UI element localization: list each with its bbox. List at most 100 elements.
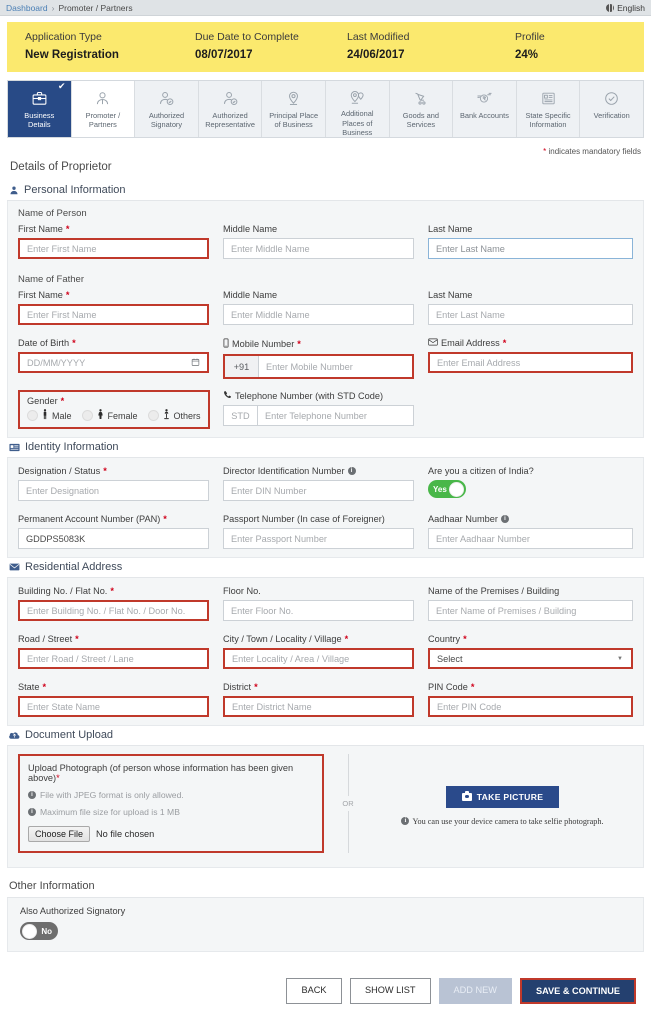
telephone-number-input[interactable]: Enter Telephone Number: [256, 405, 414, 426]
pan-input[interactable]: GDDPS5083K: [18, 528, 209, 549]
person-first-name-input[interactable]: Enter First Name: [18, 238, 209, 259]
tab-state-specific-information[interactable]: State Specific Information: [516, 81, 581, 137]
gender-option-others[interactable]: Others: [147, 409, 201, 422]
identity-row-2: Permanent Account Number (PAN) * GDDPS50…: [8, 509, 643, 557]
upload-title-text: Upload Photograph (of person whose infor…: [28, 763, 294, 783]
floor-no-input[interactable]: Enter Floor No.: [222, 600, 414, 621]
radio-male[interactable]: [27, 410, 38, 421]
required-star: *: [65, 290, 70, 300]
din-input[interactable]: Enter DIN Number: [222, 480, 414, 501]
calendar-icon[interactable]: [191, 357, 200, 369]
name-of-person-row: First Name * Enter First Name Middle Nam…: [8, 219, 643, 267]
person-last-name-input[interactable]: Enter Last Name: [427, 238, 633, 259]
passport-input[interactable]: Enter Passport Number: [222, 528, 414, 549]
citizen-of-india-toggle[interactable]: Yes: [427, 480, 466, 498]
state-input[interactable]: Enter State Name: [18, 696, 209, 717]
tab-promoter-partners[interactable]: Promoter / Partners: [71, 81, 136, 137]
person-middle-name-input[interactable]: Enter Middle Name: [222, 238, 414, 259]
field-email-address: Email Address * Enter Email Address: [427, 338, 633, 379]
field-date-of-birth: Date of Birth * DD/MM/YYYY: [18, 338, 223, 379]
address-row-2: Road / Street * Enter Road / Street / La…: [8, 629, 643, 677]
label-text: Country: [427, 634, 461, 644]
file-chosen-status: No file chosen: [96, 829, 155, 839]
aadhaar-input[interactable]: Enter Aadhaar Number: [427, 528, 633, 549]
also-authorized-signatory-label: Also Authorized Signatory: [20, 906, 126, 916]
father-last-name-input[interactable]: Enter Last Name: [427, 304, 633, 325]
breadcrumb-separator: ›: [51, 2, 55, 13]
required-star: *: [56, 773, 60, 783]
field-label: Floor No.: [223, 586, 414, 596]
mandatory-fields-note: * indicates mandatory fields: [0, 138, 651, 159]
label-text: Email Address: [440, 338, 500, 348]
summary-value: 24%: [515, 49, 539, 61]
breadcrumb-dashboard-link[interactable]: Dashboard: [6, 3, 48, 13]
telephone-std-input[interactable]: STD: [222, 405, 257, 426]
field-label: Country *: [428, 634, 633, 644]
summary-last-modified: Last Modified 24/06/2017: [347, 31, 515, 61]
info-icon: i: [401, 817, 410, 825]
tab-business-details[interactable]: ✔ Business Details: [8, 81, 72, 137]
field-aadhaar: Aadhaar Number i Enter Aadhaar Number: [427, 514, 633, 549]
top-bar: Dashboard › Promoter / Partners English: [0, 0, 651, 16]
father-middle-name-input[interactable]: Enter Middle Name: [222, 304, 414, 325]
tab-principal-place-of-business[interactable]: Principal Place of Business: [262, 81, 326, 137]
info-icon[interactable]: i: [500, 515, 509, 523]
field-premises-name: Name of the Premises / Building Enter Na…: [427, 586, 633, 621]
summary-profile: Profile 24%: [515, 31, 615, 61]
info-icon[interactable]: i: [347, 467, 356, 475]
tab-goods-and-services[interactable]: Goods and Services: [389, 81, 454, 137]
gender-option-male[interactable]: Male: [27, 409, 72, 422]
field-label: Date of Birth *: [18, 338, 209, 348]
required-star: *: [344, 634, 349, 644]
placeholder-text: DD/MM/YYYY: [27, 357, 86, 368]
field-din: Director Identification Number i Enter D…: [222, 466, 428, 501]
road-street-input[interactable]: Enter Road / Street / Lane: [18, 648, 209, 669]
field-country: Country * Select ▼: [427, 634, 633, 669]
choose-file-button[interactable]: Choose File: [28, 826, 91, 842]
radio-female[interactable]: [81, 410, 93, 421]
field-label: Director Identification Number i: [223, 466, 414, 476]
district-input[interactable]: Enter District Name: [222, 696, 414, 717]
take-picture-button[interactable]: TAKE PICTURE: [445, 785, 560, 808]
tab-authorized-signatory[interactable]: Authorized Signatory: [135, 81, 199, 137]
also-authorized-signatory-toggle[interactable]: No: [20, 922, 58, 940]
mobile-number-input[interactable]: Enter Mobile Number: [258, 356, 412, 377]
required-star: *: [297, 339, 301, 349]
note-text: File with JPEG format is only allowed.: [40, 790, 184, 800]
field-label: Aadhaar Number i: [428, 514, 633, 524]
country-select[interactable]: Select ▼: [427, 648, 633, 669]
field-label: Building No. / Flat No. *: [18, 586, 209, 596]
section-title: Residential Address: [25, 561, 123, 573]
back-button[interactable]: BACK: [286, 978, 342, 1004]
label-text: Mobile Number: [231, 339, 295, 349]
designation-input[interactable]: Enter Designation: [18, 480, 209, 501]
label-text: Permanent Account Number (PAN): [18, 514, 161, 524]
city-input[interactable]: Enter Locality / Area / Village: [222, 648, 414, 669]
tab-bank-accounts[interactable]: Bank Accounts: [453, 81, 517, 137]
summary-label: Due Date to Complete: [195, 31, 299, 43]
building-no-input[interactable]: Enter Building No. / Flat No. / Door No.: [18, 600, 209, 621]
pin-code-input[interactable]: Enter PIN Code: [427, 696, 633, 717]
father-first-name-input[interactable]: Enter First Name: [18, 304, 209, 325]
field-mobile-number: Mobile Number * +91 Enter Mobile Number: [222, 338, 428, 379]
field-father-last-name: Last Name Enter Last Name: [427, 290, 633, 325]
tab-verification[interactable]: Verification: [580, 81, 643, 137]
date-of-birth-input[interactable]: DD/MM/YYYY: [18, 352, 209, 373]
tab-authorized-representative[interactable]: Authorized Representative: [198, 81, 263, 137]
radio-others[interactable]: [147, 410, 159, 421]
section-title: Personal Information: [24, 184, 126, 196]
gender-option-female[interactable]: Female: [81, 409, 138, 422]
email-address-input[interactable]: Enter Email Address: [427, 352, 633, 373]
tab-additional-places-of-business[interactable]: Additional Places of Business: [325, 81, 390, 137]
address-row-1: Building No. / Flat No. * Enter Building…: [8, 578, 643, 629]
mobile-country-code: +91: [224, 356, 259, 377]
note-text: Maximum file size for upload is 1 MB: [40, 807, 180, 817]
field-floor-no: Floor No. Enter Floor No.: [222, 586, 428, 621]
save-and-continue-button[interactable]: SAVE & CONTINUE: [519, 978, 636, 1004]
show-list-button[interactable]: SHOW LIST: [350, 978, 431, 1004]
field-label: Email Address *: [428, 338, 633, 348]
language-selector[interactable]: English: [606, 3, 645, 13]
subheading-name-of-father: Name of Father: [18, 274, 84, 285]
premises-name-input[interactable]: Enter Name of Premises / Building: [427, 600, 633, 621]
residential-address-panel: Building No. / Flat No. * Enter Building…: [7, 578, 644, 726]
